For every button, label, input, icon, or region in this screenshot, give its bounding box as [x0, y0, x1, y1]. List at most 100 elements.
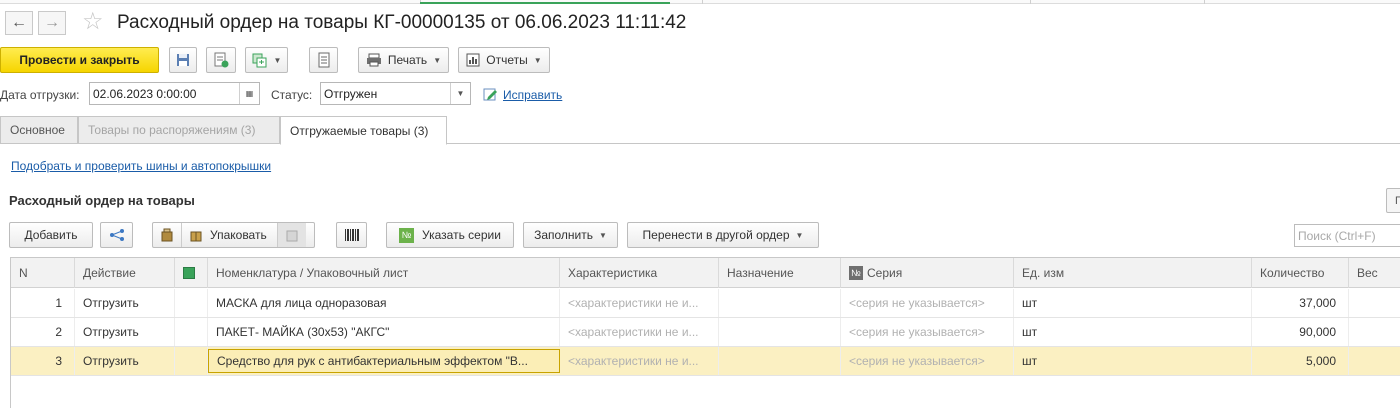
tire-selection-link[interactable]: Подобрать и проверить шины и автопокрышк…	[11, 159, 271, 173]
cell-unit[interactable]: шт	[1014, 289, 1252, 317]
cell-flag[interactable]	[175, 318, 208, 346]
ship-date-label: Дата отгрузки:	[0, 88, 80, 102]
cell-action[interactable]: Отгрузить	[75, 347, 175, 375]
column-unit[interactable]: Ед. изм	[1014, 258, 1252, 288]
chevron-down-icon[interactable]: ▼	[450, 83, 470, 104]
add-button[interactable]: Добавить	[9, 222, 93, 248]
cell-characteristic[interactable]: <характеристики не и...	[560, 289, 719, 317]
goods-table: N Действие Номенклатура / Упаковочный ли…	[10, 257, 1400, 408]
cell-item-active[interactable]: Средство для рук с антибактериальным эфф…	[208, 349, 560, 373]
cell-characteristic[interactable]: <характеристики не и...	[560, 318, 719, 346]
window-tab-strip	[0, 0, 1400, 4]
column-weight[interactable]: Вес	[1349, 258, 1400, 288]
table-header: N Действие Номенклатура / Упаковочный ли…	[11, 258, 1400, 288]
checkbox-grid-icon	[183, 267, 195, 279]
post-document-icon	[214, 52, 229, 68]
barcode-icon	[344, 229, 359, 241]
cell-item[interactable]: ПАКЕТ- МАЙКА (30х53) "АКГС"	[208, 318, 560, 346]
document-journal-button[interactable]	[309, 47, 338, 73]
table-row[interactable]: 1 Отгрузить МАСКА для лица одноразовая <…	[11, 289, 1400, 318]
ship-date-field[interactable]: 02.06.2023 0:00:00 ▦	[89, 82, 260, 105]
table-row[interactable]: 2 Отгрузить ПАКЕТ- МАЙКА (30х53) "АКГС" …	[11, 318, 1400, 347]
create-based-on-button[interactable]: ▼	[245, 47, 288, 73]
column-item[interactable]: Номенклатура / Упаковочный лист	[208, 258, 560, 288]
cell-item[interactable]: МАСКА для лица одноразовая	[208, 289, 560, 317]
report-icon	[466, 53, 480, 67]
structure-button[interactable]	[100, 222, 133, 248]
column-characteristic[interactable]: Характеристика	[560, 258, 719, 288]
cell-characteristic[interactable]: <характеристики не и...	[560, 347, 719, 375]
cell-unit[interactable]: шт	[1014, 318, 1252, 346]
hierarchy-icon	[109, 229, 124, 241]
table-row-selected[interactable]: 3 Отгрузить Средство для рук с антибакте…	[11, 347, 1400, 376]
cell-action[interactable]: Отгрузить	[75, 289, 175, 317]
status-select[interactable]: Отгружен ▼	[320, 82, 471, 105]
column-series[interactable]: № Серия	[841, 258, 1014, 288]
pack-button-group: Упаковать	[152, 222, 315, 248]
cell-purpose[interactable]	[719, 347, 841, 375]
panel-toggle-button[interactable]: П	[1386, 188, 1400, 213]
cell-weight[interactable]: <	[1349, 318, 1400, 346]
page-title: Расходный ордер на товары КГ-00000135 от…	[117, 12, 687, 33]
column-n[interactable]: N	[11, 258, 75, 288]
column-purpose[interactable]: Назначение	[719, 258, 841, 288]
chevron-down-icon: ▼	[795, 230, 804, 240]
tab-goods-by-orders[interactable]: Товары по распоряжениям (3)	[78, 116, 280, 144]
section-title: Расходный ордер на товары	[9, 193, 195, 208]
forward-button[interactable]: →	[38, 11, 66, 35]
specify-series-label: Указать серии	[422, 228, 501, 242]
calendar-icon[interactable]: ▦	[239, 83, 259, 104]
printer-icon	[366, 53, 381, 67]
cell-quantity[interactable]: 5,000	[1252, 347, 1349, 375]
print-label: Печать	[387, 53, 428, 67]
back-button[interactable]: ←	[5, 11, 33, 35]
specify-series-button[interactable]: № Указать серии	[386, 222, 514, 248]
cell-action[interactable]: Отгрузить	[75, 318, 175, 346]
cell-purpose[interactable]	[719, 318, 841, 346]
cell-flag[interactable]	[175, 289, 208, 317]
move-to-other-order-button[interactable]: Перенести в другой ордер ▼	[627, 222, 819, 248]
box-icon	[190, 231, 202, 242]
tab-main[interactable]: Основное	[0, 116, 78, 144]
save-button[interactable]	[169, 47, 197, 73]
cell-n: 1	[11, 289, 75, 317]
post-and-close-button[interactable]: Провести и закрыть	[0, 47, 159, 73]
cell-unit[interactable]: шт	[1014, 347, 1252, 375]
cell-flag[interactable]	[175, 347, 208, 375]
cell-weight[interactable]: <	[1349, 347, 1400, 375]
column-flag[interactable]	[175, 258, 208, 288]
tab-strip-divider	[1204, 0, 1205, 4]
column-action[interactable]: Действие	[75, 258, 175, 288]
tab-strip-divider	[702, 0, 703, 4]
list-icon	[318, 52, 329, 68]
pack-button[interactable]: Упаковать	[182, 223, 278, 247]
reports-button[interactable]: Отчеты ▼	[458, 47, 550, 73]
cell-series[interactable]: <серия не указывается>	[841, 289, 1014, 317]
cell-series[interactable]: <серия не указывается>	[841, 318, 1014, 346]
tab-strip-divider	[1030, 0, 1031, 4]
post-document-button[interactable]	[206, 47, 236, 73]
form-tabs: Основное Товары по распоряжениям (3) Отг…	[0, 116, 1400, 145]
print-button[interactable]: Печать ▼	[358, 47, 449, 73]
cell-purpose[interactable]	[719, 289, 841, 317]
edit-pencil-icon	[483, 88, 497, 101]
cell-weight[interactable]: <	[1349, 289, 1400, 317]
series-number-icon: №	[399, 227, 415, 243]
unpack-icon[interactable]	[153, 223, 182, 247]
cell-series[interactable]: <серия не указывается>	[841, 347, 1014, 375]
star-icon[interactable]: ☆	[82, 10, 104, 34]
reports-label: Отчеты	[486, 53, 528, 67]
cell-quantity[interactable]: 90,000	[1252, 318, 1349, 346]
fix-link[interactable]: Исправить	[503, 88, 562, 102]
barcode-scan-button[interactable]	[336, 222, 367, 248]
column-quantity[interactable]: Количество	[1252, 258, 1349, 288]
status-value: Отгружен	[324, 86, 378, 101]
search-input[interactable]: Поиск (Ctrl+F)	[1294, 224, 1400, 247]
fill-button[interactable]: Заполнить ▼	[523, 222, 618, 248]
cell-n: 2	[11, 318, 75, 346]
unpack-all-icon[interactable]	[277, 223, 306, 247]
tab-shipped-goods[interactable]: Отгружаемые товары (3)	[280, 116, 447, 145]
cell-n: 3	[11, 347, 75, 375]
active-window-indicator	[420, 2, 670, 4]
cell-quantity[interactable]: 37,000	[1252, 289, 1349, 317]
